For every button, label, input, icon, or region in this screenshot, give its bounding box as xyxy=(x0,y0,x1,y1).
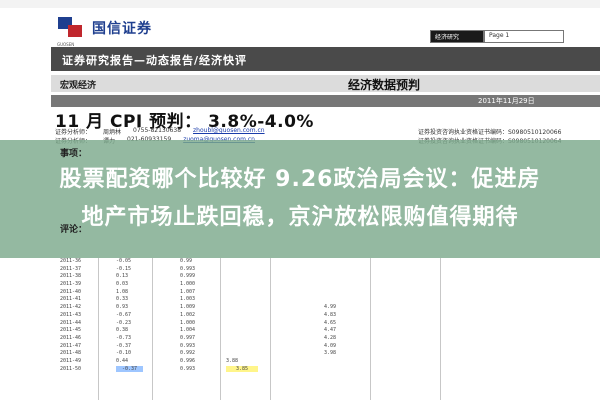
table-cell-v1: 0.44 xyxy=(116,357,129,364)
top-right-label: 经济研究 xyxy=(430,30,484,43)
analyst-row: 证券分析师： 周炳林 0755-82130638 zhoubl@guosen.c… xyxy=(55,127,277,136)
table-cell-v1: 0.13 xyxy=(116,273,129,280)
report-type-title: 经济数据预判 xyxy=(348,78,421,92)
table-cell-v1: -0.37 xyxy=(116,342,132,349)
table-row: 2011-41 0.33 1.003 xyxy=(56,296,600,304)
table-cell-v4: 4.28 xyxy=(324,334,337,341)
table-row: 2011-37 -0.15 0.993 xyxy=(56,266,600,274)
logo-icon xyxy=(58,17,86,39)
table-cell-date: 2011-38 xyxy=(60,273,82,280)
table-cell-v1: 0.33 xyxy=(116,296,129,303)
analyst-email-link[interactable]: zhoubl@guosen.com.cn xyxy=(193,127,265,136)
table-cell-v1: 0.93 xyxy=(116,304,129,311)
report-date: 2011年11月29日 xyxy=(478,97,535,105)
table-cell-v4: 4.83 xyxy=(324,311,337,318)
table-cell-v2: 0.996 xyxy=(180,357,196,364)
logo-text: 国信证券 xyxy=(92,21,152,37)
headline-overlay xyxy=(0,140,600,258)
table-row: 2011-36 -0.05 0.99 xyxy=(56,258,600,266)
table-cell-v1: -0.67 xyxy=(116,311,132,318)
table-cell-v1: 0.03 xyxy=(116,281,129,288)
headline-line-1: 股票配资哪个比较好 9.26政治局会议：促进房 xyxy=(59,167,541,192)
table-cell-date: 2011-40 xyxy=(60,288,82,295)
top-right-box: 经济研究 Page 1 xyxy=(430,30,564,43)
table-cell-v3: 3.88 xyxy=(226,357,239,364)
table-cell-date: 2011-45 xyxy=(60,327,82,334)
table-row: 2011-49 0.44 0.996 3.88 xyxy=(56,358,600,366)
analyst-role: 证券分析师： xyxy=(55,129,92,136)
analyst-cert: 证券投资咨询执业资格证书编码：S0980510120066 xyxy=(418,129,562,136)
table-cell-v2: 1.000 xyxy=(180,319,196,326)
table-cell-date: 2011-49 xyxy=(60,357,82,364)
analyst-phone: 0755-82130638 xyxy=(133,127,182,134)
top-strip xyxy=(0,0,600,8)
table-cell-date: 2011-48 xyxy=(60,350,82,357)
table-cell-v1: 1.08 xyxy=(116,288,129,295)
table-cell-v4: 4.09 xyxy=(324,342,337,349)
top-right-page: Page 1 xyxy=(484,30,564,43)
table-cell-v1: -0.15 xyxy=(116,265,132,272)
table-row: 2011-46 -0.73 0.997 4.28 xyxy=(56,335,600,343)
table-cell-v2: 1.007 xyxy=(180,288,196,295)
table-cell-v2: 0.993 xyxy=(180,342,196,349)
table-cell-v4: 4.99 xyxy=(324,304,337,311)
table-cell-date: 2011-41 xyxy=(60,296,82,303)
table-cell-v1: 0.38 xyxy=(116,327,129,334)
table-row: 2011-43 -0.67 1.002 4.83 xyxy=(56,312,600,320)
data-table: 2011-36 -0.05 0.99 2011-37 -0.15 0.993 2011-38… xyxy=(56,258,600,373)
table-cell-v2: 0.997 xyxy=(180,334,196,341)
table-cell-v2: 0.993 xyxy=(180,265,196,272)
table-cell-v2: 1.009 xyxy=(180,304,196,311)
table-row: 2011-48 -0.10 0.992 3.98 xyxy=(56,350,600,358)
table-cell-v1: -0.73 xyxy=(116,334,132,341)
table-cell-v3: 3.85 xyxy=(226,365,259,372)
table-cell-v1: -0.37 xyxy=(116,365,144,372)
table-cell-date: 2011-37 xyxy=(60,265,82,272)
table-cell-v2: 1.000 xyxy=(180,281,196,288)
table-cell-v4: 4.47 xyxy=(324,327,337,334)
table-row: 2011-44 -0.23 1.000 4.65 xyxy=(56,320,600,328)
sub-bar xyxy=(51,75,600,92)
table-row: 2011-42 0.93 1.009 4.99 xyxy=(56,304,600,312)
table-cell-date: 2011-50 xyxy=(60,365,82,372)
table-cell-v4: 3.98 xyxy=(324,350,337,357)
table-cell-date: 2011-39 xyxy=(60,281,82,288)
logo: 国信证券 xyxy=(58,13,152,43)
table-cell-v2: 0.993 xyxy=(180,365,196,372)
table-cell-date: 2011-44 xyxy=(60,319,82,326)
table-cell-v2: 1.003 xyxy=(180,296,196,303)
table-cell-v2: 0.99 xyxy=(180,258,193,264)
table-row: 2011-39 0.03 1.000 xyxy=(56,281,600,289)
table-row: 2011-50 -0.37 0.993 3.85 xyxy=(56,365,600,374)
table-row: 2011-40 1.08 1.007 xyxy=(56,289,600,297)
table-row: 2011-38 0.13 0.999 xyxy=(56,273,600,281)
table-cell-date: 2011-43 xyxy=(60,311,82,318)
matter-label: 事项： xyxy=(60,149,88,159)
table-cell-v2: 1.004 xyxy=(180,327,196,334)
category-label: 宏观经济 xyxy=(60,81,97,91)
table-cell-v1: -0.23 xyxy=(116,319,132,326)
table-cell-date: 2011-47 xyxy=(60,342,82,349)
report-series-title: 证券研究报告—动态报告/经济快评 xyxy=(62,54,248,67)
table-row: 2011-45 0.38 1.004 4.47 xyxy=(56,327,600,335)
table-cell-date: 2011-36 xyxy=(60,258,82,264)
table-cell-date: 2011-42 xyxy=(60,304,82,311)
table-cell-v2: 0.992 xyxy=(180,350,196,357)
table-cell-v2: 1.002 xyxy=(180,311,196,318)
headline-line-2: 地产市场止跌回稳，京沪放松限购值得期待 xyxy=(81,205,519,230)
table-cell-v2: 0.999 xyxy=(180,273,196,280)
table-cell-date: 2011-46 xyxy=(60,334,82,341)
table-cell-v1: -0.05 xyxy=(116,258,132,264)
table-row: 2011-47 -0.37 0.993 4.09 xyxy=(56,343,600,351)
table-cell-v4: 4.65 xyxy=(324,319,337,326)
analyst-name: 周炳林 xyxy=(103,129,122,136)
table-cell-v1: -0.10 xyxy=(116,350,132,357)
